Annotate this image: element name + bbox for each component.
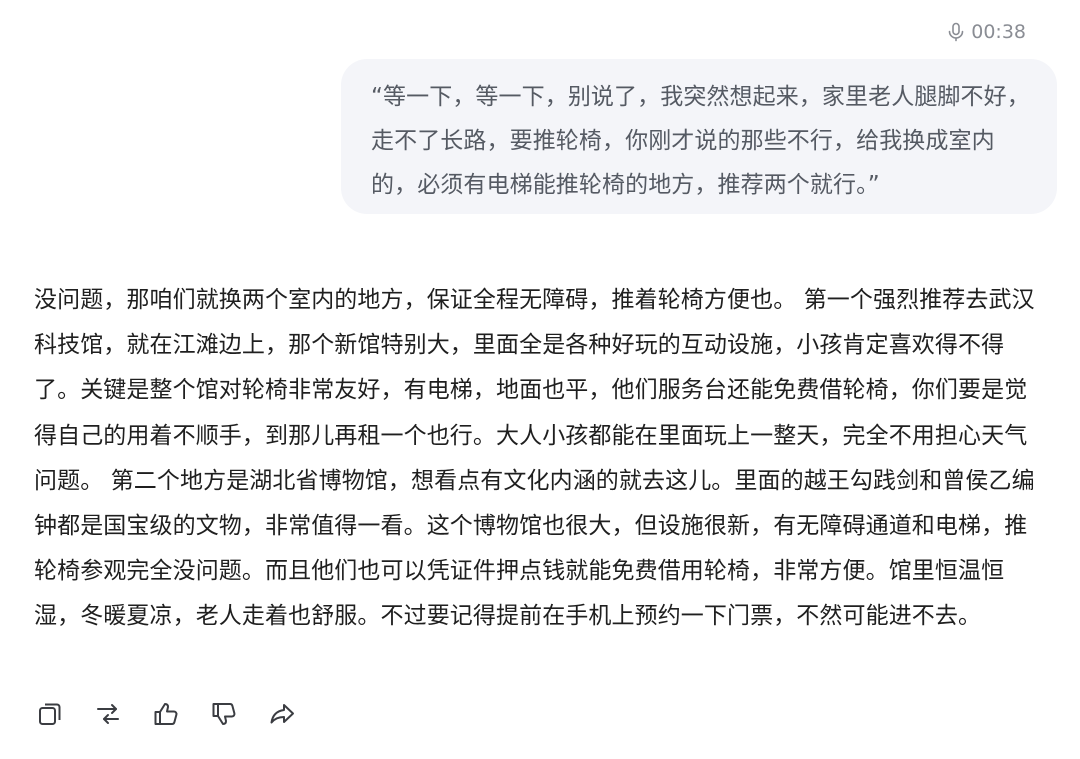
- copy-icon: [36, 700, 64, 728]
- regenerate-icon: [94, 700, 122, 728]
- assistant-reply: 没问题，那咱们就换两个室内的地方，保证全程无障碍，推着轮椅方便也。 第一个强烈推…: [34, 278, 1046, 640]
- chat-page: 00:38 “等一下，等一下，别说了，我突然想起来，家里老人腿脚不好，走不了长路…: [0, 0, 1080, 759]
- microphone-icon: [947, 22, 965, 42]
- copy-button[interactable]: [34, 698, 66, 730]
- share-button[interactable]: [266, 698, 298, 730]
- user-message-bubble: “等一下，等一下，别说了，我突然想起来，家里老人腿脚不好，走不了长路，要推轮椅，…: [341, 59, 1057, 214]
- thumbs-down-icon: [210, 700, 238, 728]
- voice-message-meta[interactable]: 00:38: [947, 20, 1026, 44]
- message-action-bar: [34, 698, 298, 730]
- thumbs-up-icon: [152, 700, 180, 728]
- voice-duration: 00:38: [971, 21, 1026, 43]
- share-icon: [268, 700, 296, 728]
- like-button[interactable]: [150, 698, 182, 730]
- dislike-button[interactable]: [208, 698, 240, 730]
- user-message-text: “等一下，等一下，别说了，我突然想起来，家里老人腿脚不好，走不了长路，要推轮椅，…: [371, 84, 1030, 198]
- assistant-reply-text: 没问题，那咱们就换两个室内的地方，保证全程无障碍，推着轮椅方便也。 第一个强烈推…: [34, 287, 1035, 630]
- regenerate-button[interactable]: [92, 698, 124, 730]
